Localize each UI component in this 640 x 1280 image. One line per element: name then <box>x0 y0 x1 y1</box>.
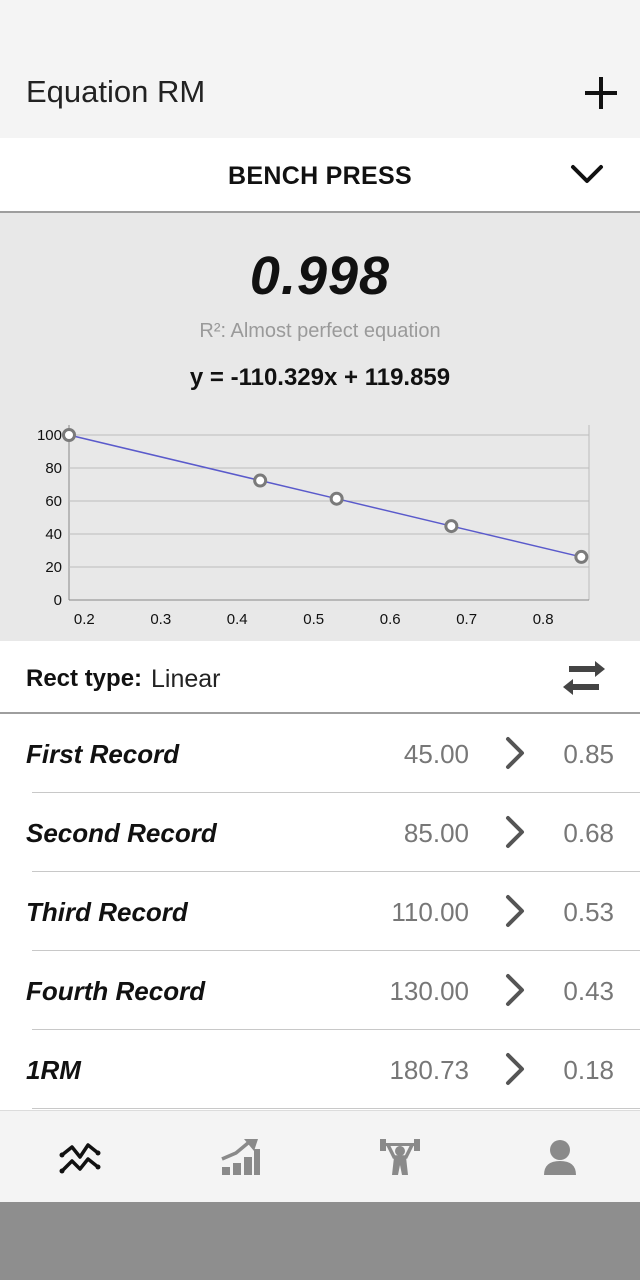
r2-value: 0.998 <box>249 246 391 306</box>
record-velocity: 0.85 <box>563 739 614 769</box>
record-row[interactable]: 1RM 180.73 0.18 <box>0 1030 640 1109</box>
record-name: Second Record <box>26 818 217 848</box>
chevron-right-icon <box>506 974 524 1006</box>
record-row[interactable]: Second Record 85.00 0.68 <box>0 793 640 872</box>
data-point <box>253 473 268 488</box>
record-velocity: 0.43 <box>563 976 614 1006</box>
y-tick-label: 40 <box>45 526 62 543</box>
y-tick-label: 100 <box>37 427 62 444</box>
record-weight: 110.00 <box>391 897 469 927</box>
chevron-right-icon <box>506 895 524 927</box>
x-tick-label: 0.2 <box>74 611 95 628</box>
x-tick-label: 0.8 <box>533 611 554 628</box>
chevron-right-icon <box>506 1053 524 1085</box>
regression-line <box>68 434 582 558</box>
r2-description: R²: Almost perfect equation <box>199 320 441 342</box>
exercise-selector[interactable]: BENCH PRESS <box>0 138 640 213</box>
record-velocity: 0.53 <box>563 897 614 927</box>
y-tick-label: 20 <box>45 559 62 576</box>
y-tick-label: 60 <box>45 493 62 510</box>
x-tick-label: 0.4 <box>227 611 248 628</box>
chevron-right-icon <box>506 816 524 848</box>
record-row[interactable]: Fourth Record 130.00 0.43 <box>0 951 640 1030</box>
record-row[interactable]: Third Record 110.00 0.53 <box>0 872 640 951</box>
weightlifter-icon[interactable] <box>378 1135 422 1179</box>
equation-panel: 0.998 R²: Almost perfect equation y = -1… <box>0 213 640 641</box>
profile-icon[interactable] <box>538 1135 582 1179</box>
record-weight: 85.00 <box>403 818 469 848</box>
regression-chart: 0 20 40 60 80 100 0.2 0.3 0.4 0.5 0.6 0.7 0.8 <box>37 425 590 628</box>
line-chart-icon[interactable] <box>58 1135 102 1179</box>
record-name: First Record <box>26 739 180 769</box>
record-name: Fourth Record <box>26 976 206 1006</box>
rect-type-value: Linear <box>151 665 221 693</box>
records-list: First Record 45.00 0.85 Second Record 85.00 0… <box>0 714 640 1110</box>
data-point <box>574 549 589 564</box>
record-name: 1RM <box>26 1055 81 1085</box>
record-velocity: 0.68 <box>563 818 614 848</box>
record-weight: 130.00 <box>389 976 469 1006</box>
data-point <box>329 491 344 506</box>
record-weight: 180.73 <box>389 1055 469 1085</box>
page-title: Equation RM <box>26 74 206 109</box>
data-point <box>444 519 459 534</box>
row-divider <box>32 1108 640 1109</box>
rect-type-row: Rect type: Linear <box>0 641 640 714</box>
x-tick-label: 0.6 <box>380 611 401 628</box>
system-navigation-bar <box>0 1202 640 1280</box>
progress-chart-icon[interactable] <box>218 1135 262 1179</box>
regression-equation: y = -110.329x + 119.859 <box>189 364 451 391</box>
bottom-navigation <box>0 1110 640 1202</box>
y-tick-label: 80 <box>45 460 62 477</box>
rect-type-label: Rect type: <box>26 665 143 692</box>
x-tick-label: 0.5 <box>303 611 324 628</box>
plus-icon[interactable] <box>582 74 620 112</box>
swap-arrows-icon[interactable] <box>559 659 609 697</box>
data-point <box>62 428 76 442</box>
record-velocity: 0.18 <box>563 1055 614 1085</box>
app-bar: Equation RM <box>0 0 640 138</box>
record-row[interactable]: First Record 45.00 0.85 <box>0 714 640 793</box>
record-weight: 45.00 <box>403 739 469 769</box>
chevron-down-icon <box>571 165 603 183</box>
exercise-name: BENCH PRESS <box>228 162 412 190</box>
record-name: Third Record <box>26 897 188 927</box>
x-tick-label: 0.3 <box>150 611 171 628</box>
y-tick-label: 0 <box>54 592 62 609</box>
chevron-right-icon <box>506 737 524 769</box>
x-tick-label: 0.7 <box>456 611 477 628</box>
